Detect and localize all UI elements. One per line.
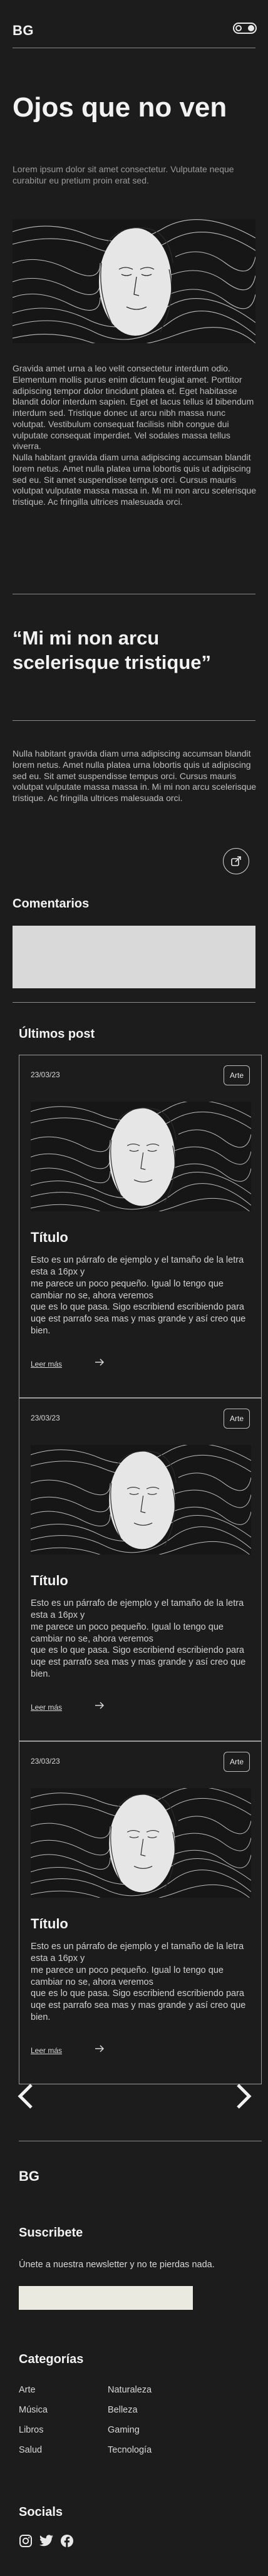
toggle-off-knob [235,25,242,31]
post-excerpt: Esto es un párrafo de ejemplo y el tamañ… [31,1255,246,1337]
post-title[interactable]: Título [31,1573,68,1589]
site-logo[interactable]: BG [13,23,34,39]
post-date: 23/03/23 [31,1757,60,1766]
footer-logo[interactable]: BG [19,2168,39,2185]
latest-posts-heading: Últimos post [19,1027,95,1041]
category-link[interactable]: Naturaleza [108,2385,152,2395]
read-more-link[interactable]: Leer más [31,2046,62,2055]
category-link[interactable]: Tecnología [108,2445,152,2455]
chevron-right-icon[interactable] [235,2082,253,2110]
post-card[interactable]: 23/03/23 Arte Título Esto es un párrafo … [19,1741,262,2084]
post-excerpt: Esto es un párrafo de ejemplo y el tamañ… [31,1598,246,1680]
post-date: 23/03/23 [31,1070,60,1079]
category-link[interactable]: Salud [19,2445,42,2455]
socials-heading: Socials [19,2505,63,2519]
engraving-illustration [31,1788,251,1898]
engraving-illustration [13,219,255,343]
category-link[interactable]: Arte [19,2385,36,2395]
twitter-icon[interactable] [39,2534,54,2548]
article-quote: “Mi mi non arcu scelerisque tristique” [13,627,212,673]
arrow-right-icon[interactable] [95,1358,105,1366]
newsletter-email-input[interactable] [19,2286,193,2310]
article-body-1: Gravida amet urna a leo velit consectetu… [13,363,257,507]
theme-toggle[interactable] [233,23,257,34]
post-title[interactable]: Título [31,1229,68,1246]
category-badge[interactable]: Arte [223,1065,250,1085]
quote-divider-bottom [13,720,255,721]
category-badge[interactable]: Arte [223,1752,250,1772]
page: BG Ojos que no ven Lorem ipsum dolor sit… [0,0,268,2576]
category-badge[interactable]: Arte [223,1409,250,1429]
toggle-on-knob [248,25,254,31]
engraving-illustration [31,1445,251,1554]
read-more-link[interactable]: Leer más [31,1360,62,1368]
comments-divider [13,1002,255,1003]
post-card[interactable]: 23/03/23 Arte Título Esto es un párrafo … [19,1055,262,1398]
article-title: Ojos que no ven [13,92,227,123]
post-title[interactable]: Título [31,1916,68,1932]
hero-image [13,219,255,343]
read-more-link[interactable]: Leer más [31,1703,62,1712]
category-link[interactable]: Libros [19,2425,44,2435]
arrow-right-icon[interactable] [95,2045,105,2052]
share-icon [231,856,241,866]
comments-embed[interactable] [13,926,255,988]
chevron-left-icon[interactable] [16,2082,34,2110]
post-image [31,1788,251,1898]
arrow-right-icon[interactable] [95,1702,105,1709]
post-excerpt: Esto es un párrafo de ejemplo y el tamañ… [31,1942,246,2023]
engraving-illustration [31,1102,251,1211]
category-link[interactable]: Belleza [108,2405,138,2415]
comments-heading: Comentarios [13,897,90,911]
article-lead: Lorem ipsum dolor sit amet consectetur. … [13,164,234,185]
post-image [31,1445,251,1554]
post-card[interactable]: 23/03/23 Arte Título Esto es un párrafo … [19,1398,262,1741]
post-image [31,1102,251,1211]
category-link[interactable]: Gaming [108,2425,140,2435]
subscribe-heading: Suscribete [19,2226,83,2240]
instagram-icon[interactable] [19,2534,33,2548]
post-date: 23/03/23 [31,1414,60,1422]
category-link[interactable]: Música [19,2405,48,2415]
subscribe-text: Únete a nuestra newsletter y no te pierd… [19,2260,215,2270]
article-body-2: Nulla habitant gravida diam urna adipisc… [13,748,257,804]
facebook-icon[interactable] [60,2534,74,2548]
share-button[interactable] [223,848,249,874]
categories-heading: Categorías [19,2352,84,2366]
